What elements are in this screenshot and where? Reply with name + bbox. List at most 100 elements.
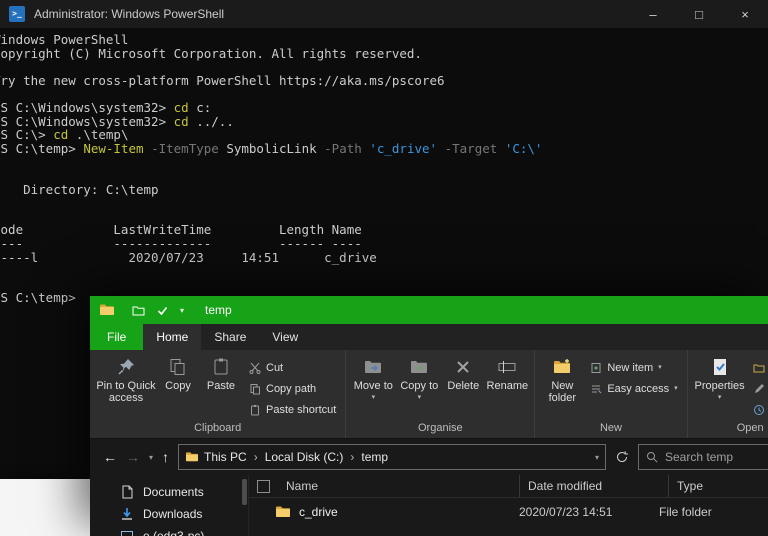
sidebar-item-downloads[interactable]: Downloads	[90, 503, 248, 525]
desktop: >_ Administrator: Windows PowerShell – □…	[0, 0, 768, 536]
powershell-app-icon: >_	[9, 6, 25, 22]
column-type-label: Type	[677, 479, 704, 493]
address-folder-icon	[185, 450, 199, 464]
forward-icon[interactable]: →	[126, 449, 140, 465]
refresh-icon[interactable]	[615, 450, 629, 464]
close-icon[interactable]: ×	[722, 0, 768, 28]
copy-to-icon	[409, 357, 429, 377]
properties-label: Properties	[694, 380, 745, 392]
download-icon	[120, 507, 134, 521]
sidebar-item-pc[interactable]: e (edg3-pc)	[90, 525, 248, 536]
move-to-label: Move to	[353, 380, 393, 392]
file-explorer-window: ▾ temp File Home Share View Pin to Quick…	[90, 296, 768, 536]
properties-icon	[710, 357, 730, 377]
powershell-window-title: Administrator: Windows PowerShell	[34, 7, 225, 21]
powershell-titlebar[interactable]: >_ Administrator: Windows PowerShell – □…	[0, 0, 768, 28]
search-placeholder: Search temp	[665, 450, 734, 464]
cut-label: Cut	[266, 361, 284, 374]
copy-button[interactable]: Copy	[158, 354, 198, 421]
tab-home[interactable]: Home	[143, 324, 202, 350]
navigation-pane: Documents Downloads e (edg3-pc)	[90, 475, 248, 536]
up-icon[interactable]: ↑	[162, 449, 169, 465]
easy-access-label: Easy access	[607, 382, 670, 395]
paste-icon	[211, 357, 231, 377]
copy-label: Copy	[165, 380, 191, 392]
copy-path-label: Copy path	[266, 382, 317, 395]
pin-to-quick-access-button[interactable]: Pin to Quick access	[94, 354, 158, 421]
address-dropdown-chevron-icon[interactable]: ▾	[595, 453, 599, 462]
copy-to-button[interactable]: Copy to ▾	[396, 354, 442, 421]
search-input[interactable]: Search temp	[638, 444, 768, 470]
address-bar[interactable]: This PC › Local Disk (C:) › temp ▾	[178, 444, 606, 470]
file-date-cell: 2020/07/23 14:51	[519, 505, 613, 519]
easy-access-dropdown-icon: ▾	[674, 384, 678, 392]
rename-icon	[497, 357, 517, 377]
properties-dropdown-icon: ▾	[717, 394, 722, 401]
paste-button[interactable]: Paste	[198, 354, 244, 421]
open-button[interactable]: Open	[748, 357, 768, 378]
qat-properties-icon[interactable]	[156, 304, 169, 317]
maximize-icon[interactable]: □	[676, 0, 722, 28]
back-icon[interactable]: ←	[103, 449, 117, 465]
sidebar-item-label: Downloads	[143, 507, 203, 521]
paste-shortcut-button[interactable]: Paste shortcut	[244, 399, 341, 420]
navigation-scrollbar[interactable]	[242, 479, 247, 505]
paste-shortcut-label: Paste shortcut	[266, 403, 337, 416]
pin-to-quick-access-label: Pin to Quick access	[96, 380, 156, 404]
copy-to-dropdown-icon: ▾	[417, 394, 422, 401]
edit-icon	[753, 383, 765, 395]
ribbon-group-label-clipboard: Clipboard	[194, 422, 242, 434]
computer-icon	[120, 529, 134, 536]
file-name: c_drive	[299, 505, 338, 519]
tab-share[interactable]: Share	[201, 324, 259, 350]
ribbon-group-label-open: Open	[736, 422, 764, 434]
new-folder-button[interactable]: New folder	[539, 354, 585, 421]
history-icon	[753, 404, 765, 416]
move-to-button[interactable]: Move to ▾	[350, 354, 396, 421]
column-header-name[interactable]: Name	[249, 475, 520, 497]
history-button[interactable]: History	[748, 399, 768, 420]
minimize-icon[interactable]: –	[630, 0, 676, 28]
tab-view[interactable]: View	[259, 324, 311, 350]
ribbon-group-organise: Move to ▾ Copy to ▾ Delete Rename Organi…	[346, 350, 536, 438]
properties-button[interactable]: Properties ▾	[692, 354, 748, 421]
background-window-corner[interactable]	[0, 479, 97, 536]
explorer-titlebar[interactable]: ▾ temp	[90, 296, 768, 324]
column-header-date-modified[interactable]: Date modified	[520, 475, 669, 497]
easy-access-icon	[590, 383, 602, 395]
cut-button[interactable]: Cut	[244, 357, 341, 378]
breadcrumb-this-pc[interactable]: This PC	[204, 450, 247, 464]
move-to-dropdown-icon: ▾	[371, 394, 376, 401]
rename-button[interactable]: Rename	[484, 354, 530, 421]
edit-button[interactable]: Edit	[748, 378, 768, 399]
document-icon	[120, 485, 134, 499]
folder-icon	[275, 504, 291, 520]
new-folder-label: New folder	[548, 380, 577, 404]
column-header-type[interactable]: Type	[669, 475, 768, 497]
folder-icon	[99, 302, 115, 318]
breadcrumb-separator-icon: ›	[350, 450, 355, 464]
search-icon	[645, 450, 659, 464]
new-item-icon	[590, 362, 602, 374]
window-controls: – □ ×	[630, 0, 768, 28]
delete-button[interactable]: Delete	[442, 354, 484, 421]
copy-path-button[interactable]: Copy path	[244, 378, 341, 399]
table-row[interactable]: c_drive 2020/07/23 14:51 File folder	[249, 498, 768, 526]
new-item-label: New item	[607, 361, 654, 374]
new-item-button[interactable]: New item ▾	[585, 357, 682, 378]
pin-icon	[116, 357, 136, 377]
breadcrumb-local-disk-c[interactable]: Local Disk (C:)	[265, 450, 344, 464]
paste-label: Paste	[206, 380, 236, 392]
easy-access-button[interactable]: Easy access ▾	[585, 378, 682, 399]
ribbon-group-open: Properties ▾ Open	[688, 350, 768, 438]
tab-file[interactable]: File	[90, 324, 144, 350]
recent-locations-chevron-icon[interactable]: ▾	[149, 453, 153, 462]
qat-folder-icon[interactable]	[132, 304, 145, 317]
qat-customize-chevron-icon[interactable]: ▾	[180, 306, 184, 315]
rename-label: Rename	[486, 380, 529, 392]
sidebar-item-documents[interactable]: Documents	[90, 481, 248, 503]
select-all-checkbox[interactable]	[257, 479, 270, 493]
breadcrumb-temp[interactable]: temp	[361, 450, 388, 464]
file-list-header: Name Date modified Type	[249, 475, 768, 498]
explorer-window-title: temp	[205, 303, 232, 317]
